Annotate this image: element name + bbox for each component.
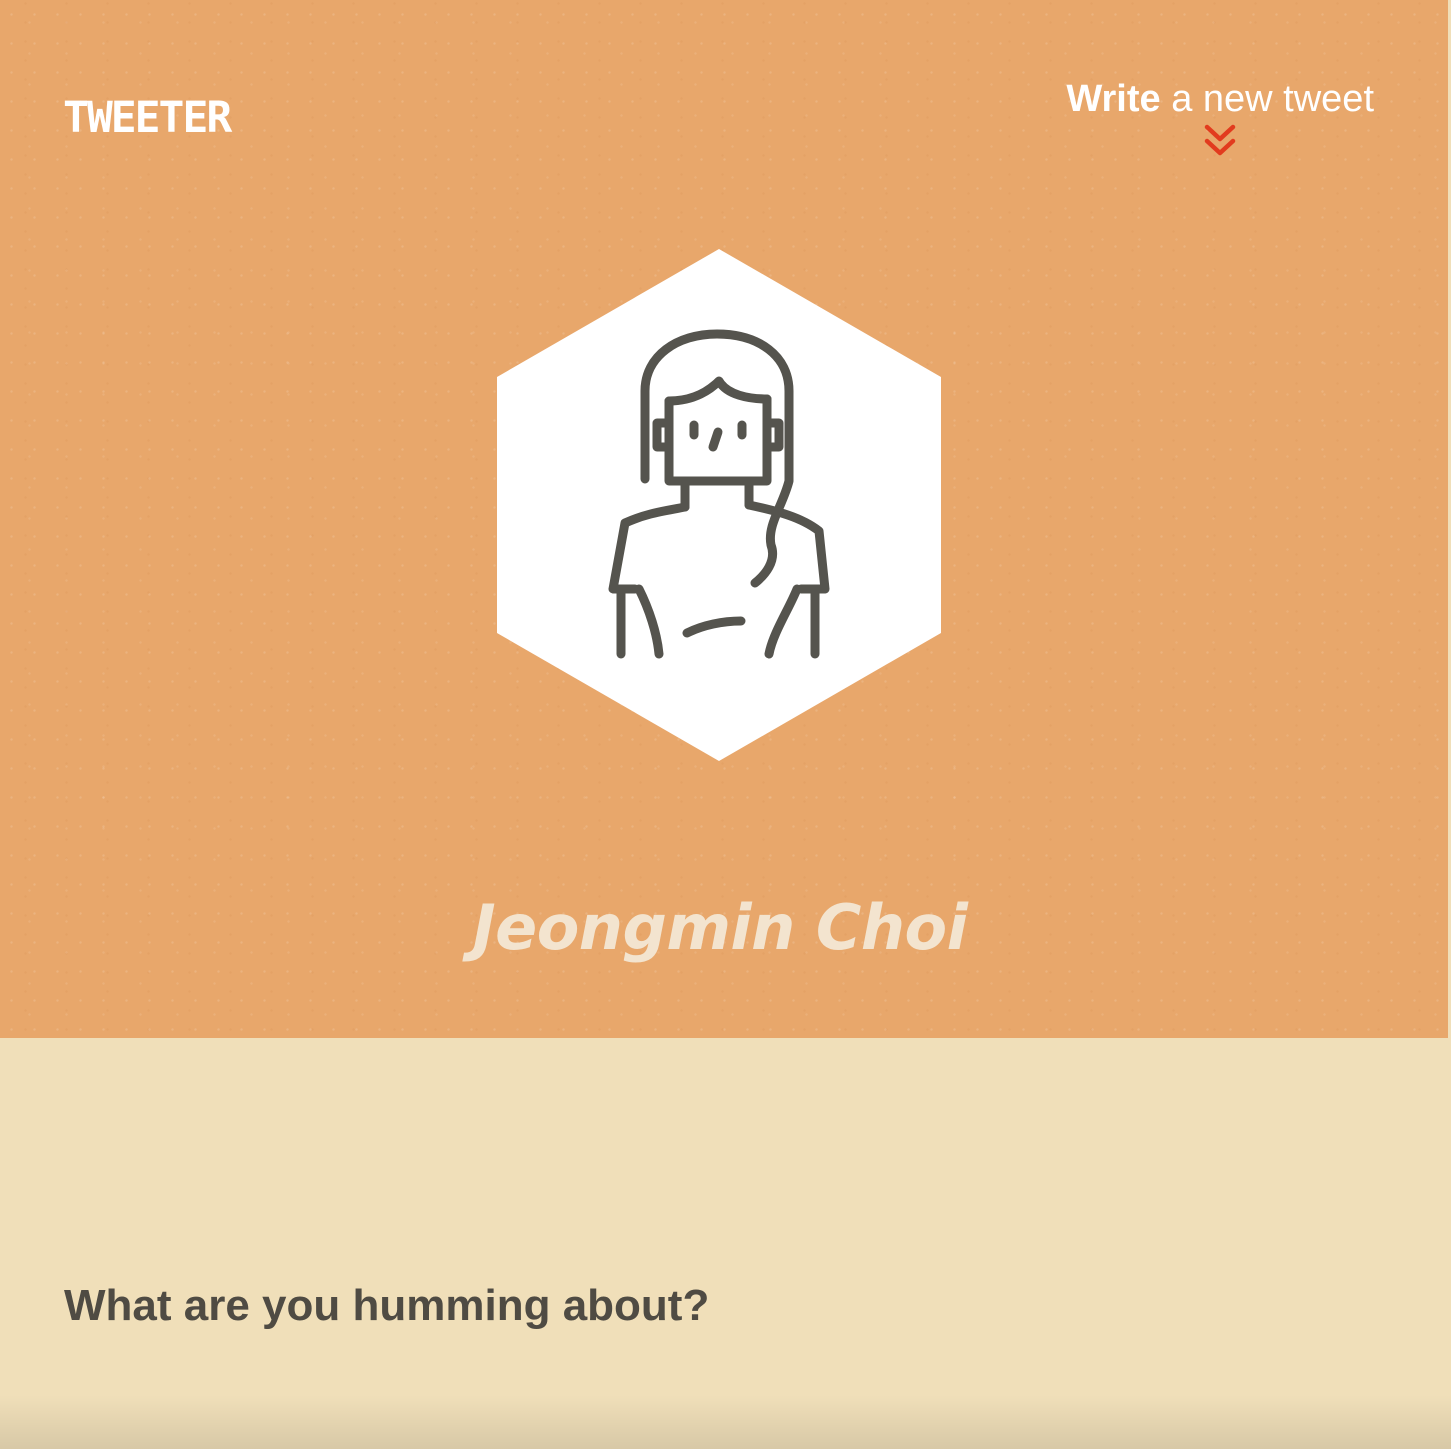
- app-logo[interactable]: TWEETER: [63, 92, 232, 144]
- write-new-tweet-link[interactable]: Write a new tweet: [1066, 76, 1374, 160]
- page: TWEETER Write a new tweet Jeongmin Choi …: [0, 0, 1451, 1449]
- profile-header: TWEETER Write a new tweet Jeongmin Choi: [0, 0, 1448, 1038]
- write-new-tweet-label-bold: Write: [1066, 78, 1161, 120]
- compose-prompt: What are you humming about?: [64, 1281, 710, 1330]
- avatar-hexagon-frame: [497, 249, 941, 761]
- profile-name: Jeongmin Choi: [472, 891, 968, 964]
- compose-section: [0, 1038, 1448, 1449]
- compose-input-top-edge[interactable]: [0, 1395, 1451, 1449]
- avatar: [497, 249, 941, 761]
- double-chevron-down-icon: [1204, 124, 1236, 156]
- write-new-tweet-label: Write a new tweet: [1066, 76, 1374, 122]
- write-new-tweet-label-rest: a new tweet: [1160, 78, 1374, 120]
